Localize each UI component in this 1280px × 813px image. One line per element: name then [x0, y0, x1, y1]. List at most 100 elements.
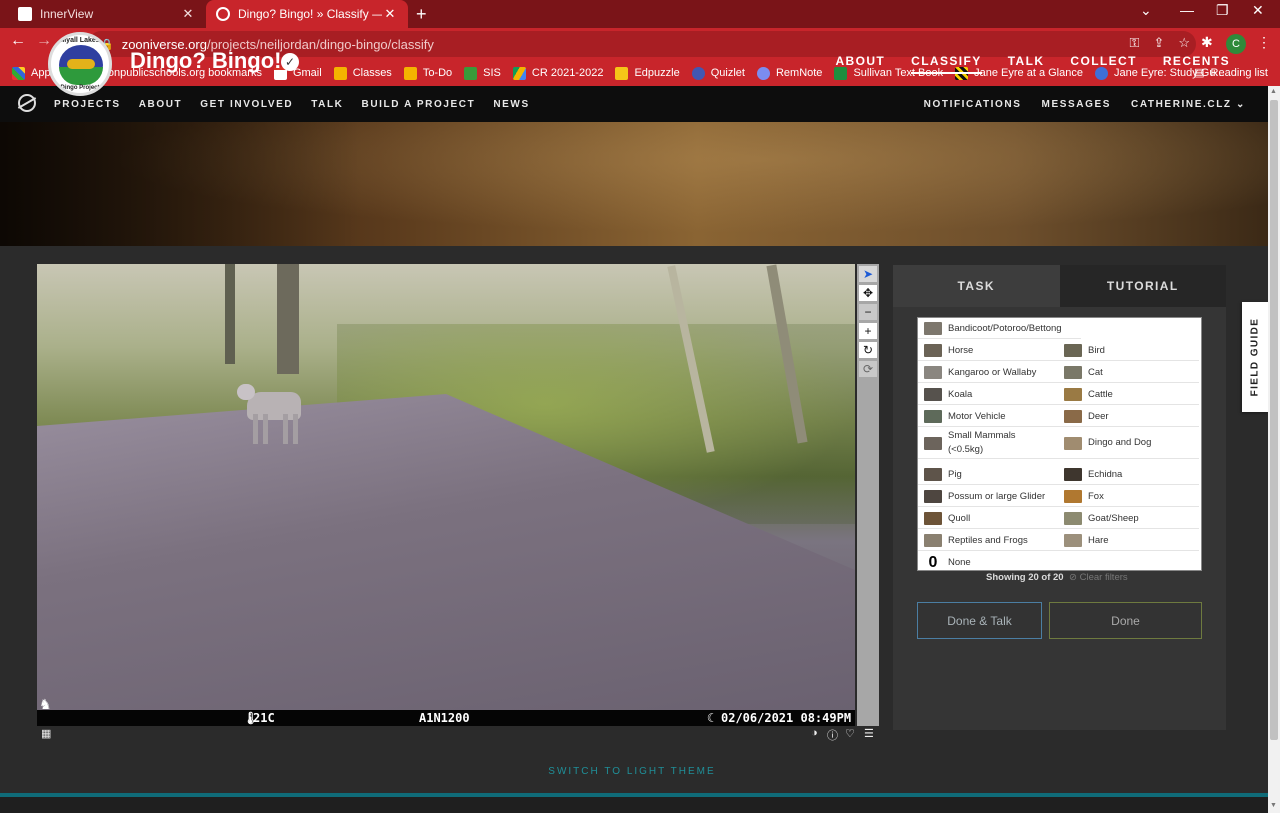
favorite-heart-icon[interactable]: ♡: [845, 727, 855, 740]
horse-thumbnail: [924, 343, 942, 357]
tab-innerview[interactable]: InnerView ✕: [8, 0, 206, 28]
choice-dingo-dog[interactable]: Dingo and Dog: [1058, 428, 1199, 459]
nav-projects[interactable]: PROJECTS: [54, 99, 121, 110]
bandicoot-thumbnail: [924, 321, 942, 335]
bookmark-edpuzzle[interactable]: Edpuzzle: [615, 66, 680, 80]
info-icon[interactable]: ⓘ: [827, 727, 838, 743]
choice-reptiles[interactable]: Reptiles and Frogs: [918, 530, 1059, 551]
choice-horse[interactable]: Horse: [918, 340, 1059, 361]
key-icon[interactable]: ⚿: [1130, 35, 1140, 51]
choice-cattle[interactable]: Cattle: [1058, 384, 1199, 405]
tab-task[interactable]: TASK: [893, 265, 1060, 307]
bookmark-star-icon[interactable]: ☆: [1178, 35, 1190, 51]
zoom-in-icon[interactable]: +: [859, 323, 877, 339]
extensions-icon[interactable]: ✱: [1201, 34, 1213, 51]
close-tab-icon[interactable]: ✕: [180, 6, 196, 22]
bookmark-cr[interactable]: CR 2021-2022: [512, 66, 603, 80]
reset-view-icon[interactable]: ⟳: [859, 361, 877, 377]
back-icon[interactable]: ←: [6, 32, 30, 50]
footer: [0, 797, 1268, 813]
reptile-thumbnail: [924, 533, 942, 547]
project-nav-recents[interactable]: RECENTS: [1163, 54, 1230, 74]
nav-about[interactable]: ABOUT: [139, 99, 183, 110]
new-tab-icon[interactable]: +: [416, 4, 427, 25]
bookmark-label: SIS: [483, 67, 501, 79]
dingo-thumbnail: [1064, 436, 1082, 450]
choice-possum[interactable]: Possum or large Glider: [918, 486, 1059, 507]
project-nav-talk[interactable]: TALK: [1008, 54, 1045, 74]
choice-label: Koala: [948, 388, 973, 400]
animal-leg: [253, 414, 258, 444]
nav-get-involved[interactable]: GET INVOLVED: [200, 99, 293, 110]
close-tab-icon[interactable]: ✕: [382, 6, 398, 22]
nav-news[interactable]: NEWS: [493, 99, 529, 110]
badge-bottom-text: Dingo Project: [60, 85, 100, 91]
field-guide-tab[interactable]: FIELD GUIDE: [1242, 302, 1268, 412]
done-button[interactable]: Done: [1049, 602, 1202, 639]
nav-talk[interactable]: TALK: [311, 99, 343, 110]
zooniverse-logo-icon[interactable]: [18, 94, 36, 112]
bookmark-sis[interactable]: SIS: [464, 66, 501, 80]
bookmark-quizlet[interactable]: Quizlet: [691, 66, 745, 80]
choice-small-mammals[interactable]: Small Mammals (<0.5kg): [918, 428, 1059, 459]
project-nav-collect[interactable]: COLLECT: [1070, 54, 1136, 74]
choice-hare[interactable]: Hare: [1058, 530, 1199, 551]
grid-view-icon[interactable]: ▦: [41, 727, 51, 740]
choice-bird[interactable]: Bird: [1058, 340, 1199, 361]
choice-kangaroo[interactable]: Kangaroo or Wallaby: [918, 362, 1059, 383]
restore-icon[interactable]: ❐: [1216, 2, 1229, 19]
close-window-icon[interactable]: ✕: [1252, 2, 1264, 19]
project-title[interactable]: Dingo? Bingo!: [130, 48, 282, 74]
scrollbar-thumb[interactable]: [1270, 100, 1278, 740]
nav-messages[interactable]: MESSAGES: [1042, 99, 1111, 110]
scroll-up-icon[interactable]: ▲: [1270, 88, 1277, 95]
choice-label: Kangaroo or Wallaby: [948, 366, 1037, 378]
choice-none[interactable]: 0 None: [918, 552, 1059, 573]
minimize-icon[interactable]: —: [1180, 2, 1194, 18]
profile-avatar[interactable]: C: [1226, 34, 1246, 54]
zoom-out-icon[interactable]: −: [859, 304, 877, 320]
quizlet-icon: [691, 66, 705, 80]
scroll-down-icon[interactable]: ▼: [1270, 802, 1277, 809]
choice-echidna[interactable]: Echidna: [1058, 464, 1199, 485]
subject-image[interactable]: ♞ 🌡 21C A1N1200 ☾ 02/06/2021 08:49PM: [37, 264, 855, 726]
choice-pig[interactable]: Pig: [918, 464, 1059, 485]
rotate-icon[interactable]: ↻: [859, 342, 877, 358]
collections-icon[interactable]: ☰: [864, 727, 874, 740]
nav-build-project[interactable]: BUILD A PROJECT: [362, 99, 476, 110]
choice-label: Quoll: [948, 512, 971, 524]
choice-koala[interactable]: Koala: [918, 384, 1059, 405]
bookmark-remnote[interactable]: RemNote: [756, 66, 822, 80]
pig-thumbnail: [924, 467, 942, 481]
done-and-talk-button[interactable]: Done & Talk: [917, 602, 1042, 639]
choice-bandicoot[interactable]: Bandicoot/Potoroo/Bettong: [918, 318, 1081, 339]
project-nav-classify[interactable]: CLASSIFY: [911, 54, 982, 74]
choice-motor-vehicle[interactable]: Motor Vehicle: [918, 406, 1059, 427]
menu-kebab-icon[interactable]: ⋮: [1257, 34, 1271, 51]
choice-fox[interactable]: Fox: [1058, 486, 1199, 507]
switch-theme-link[interactable]: SWITCH TO LIGHT THEME: [0, 766, 1264, 777]
tab-tutorial[interactable]: TUTORIAL: [1059, 265, 1226, 307]
project-avatar[interactable]: Myall Lakes Dingo Project: [48, 32, 112, 96]
invert-contrast-icon[interactable]: ◑: [811, 727, 818, 739]
nav-notifications[interactable]: NOTIFICATIONS: [924, 99, 1022, 110]
site-nav: PROJECTS ABOUT GET INVOLVED TALK BUILD A…: [0, 86, 1268, 122]
clear-filters-link[interactable]: ⊘ Clear filters: [1069, 572, 1128, 583]
choice-cat[interactable]: Cat: [1058, 362, 1199, 383]
tab-search-icon[interactable]: ⌄: [1140, 2, 1152, 19]
task-tabs: TASK TUTORIAL: [893, 265, 1226, 307]
choice-deer[interactable]: Deer: [1058, 406, 1199, 427]
tab-zooniverse[interactable]: Dingo? Bingo! » Classify — Zooniverse ✕: [206, 0, 408, 28]
share-icon[interactable]: ⇪: [1153, 35, 1164, 51]
pointer-tool-icon[interactable]: ➤: [859, 266, 877, 282]
project-nav-about[interactable]: ABOUT: [835, 54, 885, 74]
account-menu[interactable]: CATHERINE.CLZ ⌄: [1131, 99, 1246, 110]
pan-tool-icon[interactable]: ✥: [859, 285, 877, 301]
choice-label: Pig: [948, 468, 962, 480]
bookmark-todo[interactable]: To-Do: [403, 66, 452, 80]
choice-goat-sheep[interactable]: Goat/Sheep: [1058, 508, 1199, 529]
page-scrollbar[interactable]: ▲ ▼: [1268, 86, 1280, 813]
choice-quoll[interactable]: Quoll: [918, 508, 1059, 529]
bookmark-classes[interactable]: Classes: [333, 66, 392, 80]
species-choice-list: Bandicoot/Potoroo/Bettong Horse Kangaroo…: [917, 317, 1202, 571]
